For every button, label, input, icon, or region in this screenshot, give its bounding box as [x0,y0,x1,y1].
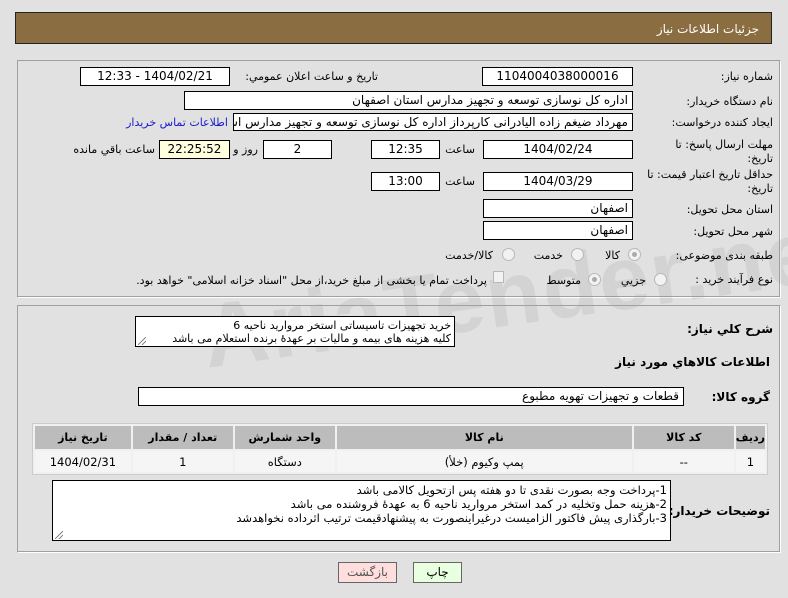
cell-row: 1 [735,451,765,472]
validity-time-label: ساعت [445,175,475,188]
creator-label: ایجاد کننده درخواست: [671,116,773,129]
validity-date-field[interactable]: 1404/03/29 [483,172,633,191]
print-button[interactable]: چاپ [413,562,462,583]
deadline-label: مهلت ارسال پاسخ: تا تاریخ: [675,138,773,165]
category-radio-service[interactable] [571,248,584,261]
buyer-notes-textarea[interactable]: 1-پرداخت وجه بصورت نقدی تا دو هفته پس از… [52,480,671,541]
table-header-row: ردیف کد کالا نام کالا واحد شمارش تعداد /… [35,426,765,449]
validity-time-field[interactable]: 13:00 [371,172,440,191]
city-label: شهر محل تحویل: [693,225,773,238]
buyer-org-label: نام دستگاه خریدار: [686,95,773,108]
province-label: استان محل تحویل: [686,203,773,216]
category-option-goods-service: کالا/خدمت [445,249,493,262]
category-option-goods: کالا [605,249,620,262]
buyer-contact-link[interactable]: اطلاعات تماس خریدار [126,116,228,129]
goods-group-label: گروه کالا: [711,390,770,404]
days-label: روز و [233,143,258,156]
cell-date: 1404/02/31 [35,451,131,472]
cell-unit: دستگاه [234,451,335,472]
table-row: 1 -- پمپ وکیوم (خلأ) دستگاه 1 1404/02/31 [35,451,765,472]
col-row: ردیف [735,426,765,449]
creator-field[interactable]: مهرداد ضیغم زاده الیادرانی کارپرداز ادار… [233,113,633,131]
description-label: شرح کلي نیاز: [687,322,773,336]
col-code: کد کالا [633,426,734,449]
col-unit: واحد شمارش [234,426,335,449]
back-button[interactable]: بازگشت [338,562,397,583]
deadline-time-field[interactable]: 12:35 [371,140,440,159]
category-radio-goods[interactable] [628,248,641,261]
process-radio-medium[interactable] [588,273,601,286]
resize-grip-icon[interactable] [138,337,146,345]
deadline-date-field[interactable]: 1404/02/24 [483,140,633,159]
process-option-minor: جزیي [620,274,646,287]
resize-grip-icon[interactable] [55,531,63,539]
remaining-label: ساعت باقي مانده [73,143,155,156]
buyer-notes-label: توضیحات خریدار: [668,504,770,518]
page-title: جزئیات اطلاعات نیاز [656,22,759,36]
deadline-time-label: ساعت [445,143,475,156]
need-number-label: شماره نیاز: [720,70,773,83]
province-field[interactable]: اصفهان [483,199,633,218]
col-name: نام کالا [336,426,632,449]
cell-name: پمپ وکیوم (خلأ) [336,451,632,472]
buyer-notes-text: 1-پرداخت وجه بصورت نقدی تا دو هفته پس از… [236,483,667,525]
announce-field[interactable]: 1404/02/21 - 12:33 [80,67,230,86]
days-field[interactable]: 2 [263,140,332,159]
process-radio-minor[interactable] [654,273,667,286]
cell-qty: 1 [132,451,233,472]
cell-code: -- [633,451,734,472]
category-option-service: خدمت [533,249,563,262]
city-field[interactable]: اصفهان [483,221,633,240]
buyer-org-field[interactable]: اداره کل نوسازی توسعه و تجهیز مدارس استا… [184,91,633,110]
col-date: تاریخ نیاز [35,426,131,449]
col-qty: تعداد / مقدار [132,426,233,449]
announce-label: تاریخ و ساعت اعلان عمومي: [245,70,378,83]
payment-note: پرداخت تمام یا بخشی از مبلغ خرید،از محل … [136,274,487,287]
goods-table: ردیف کد کالا نام کالا واحد شمارش تعداد /… [32,423,768,475]
process-option-medium: متوسط [546,274,581,287]
description-text: خرید تجهیزات تاسیساتی استخر مروارید ناحی… [172,319,451,345]
description-textarea[interactable]: خرید تجهیزات تاسیساتی استخر مروارید ناحی… [135,316,455,347]
validity-label: حداقل تاریخ اعتبار قیمت: تا تاریخ: [647,168,773,195]
category-radio-goods-service[interactable] [502,248,515,261]
process-label: نوع فرآیند خرید : [695,273,773,286]
category-label: طبقه بندی موضوعی: [675,249,773,262]
treasury-checkbox[interactable] [493,271,504,283]
page-header: جزئیات اطلاعات نیاز [15,12,772,44]
need-number-field[interactable]: 1104004038000016 [482,67,633,86]
remaining-time-field: 22:25:52 [159,140,230,159]
goods-section-title: اطلاعات کالاهاي مورد نیاز [615,355,770,369]
goods-group-field[interactable]: قطعات و تجهیزات تهویه مطبوع [138,387,684,406]
